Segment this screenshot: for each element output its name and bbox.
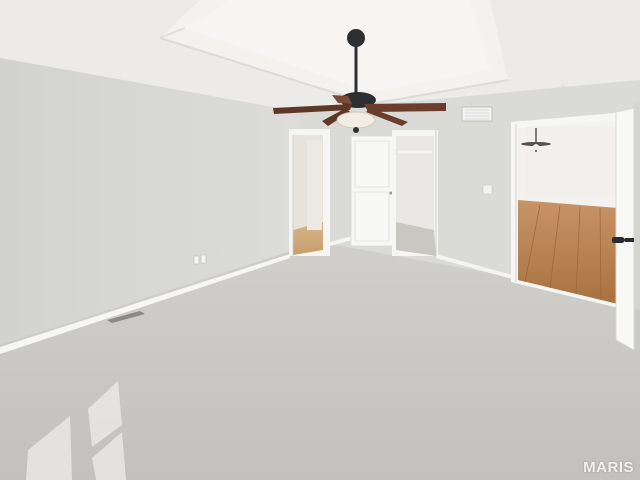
room-illustration — [0, 0, 640, 480]
door-handle — [612, 237, 624, 243]
closet-door — [350, 135, 394, 247]
watermark: MARIS — [583, 459, 634, 476]
closet-doorway-center — [392, 130, 438, 256]
doorway-right — [511, 112, 627, 310]
wall-outlet — [193, 255, 200, 265]
bedroom-photo: MARIS — [0, 0, 640, 480]
fan-light — [336, 111, 376, 129]
closet-doorway-left — [289, 129, 330, 256]
light-switch — [482, 184, 493, 195]
wall-vent — [461, 106, 493, 122]
